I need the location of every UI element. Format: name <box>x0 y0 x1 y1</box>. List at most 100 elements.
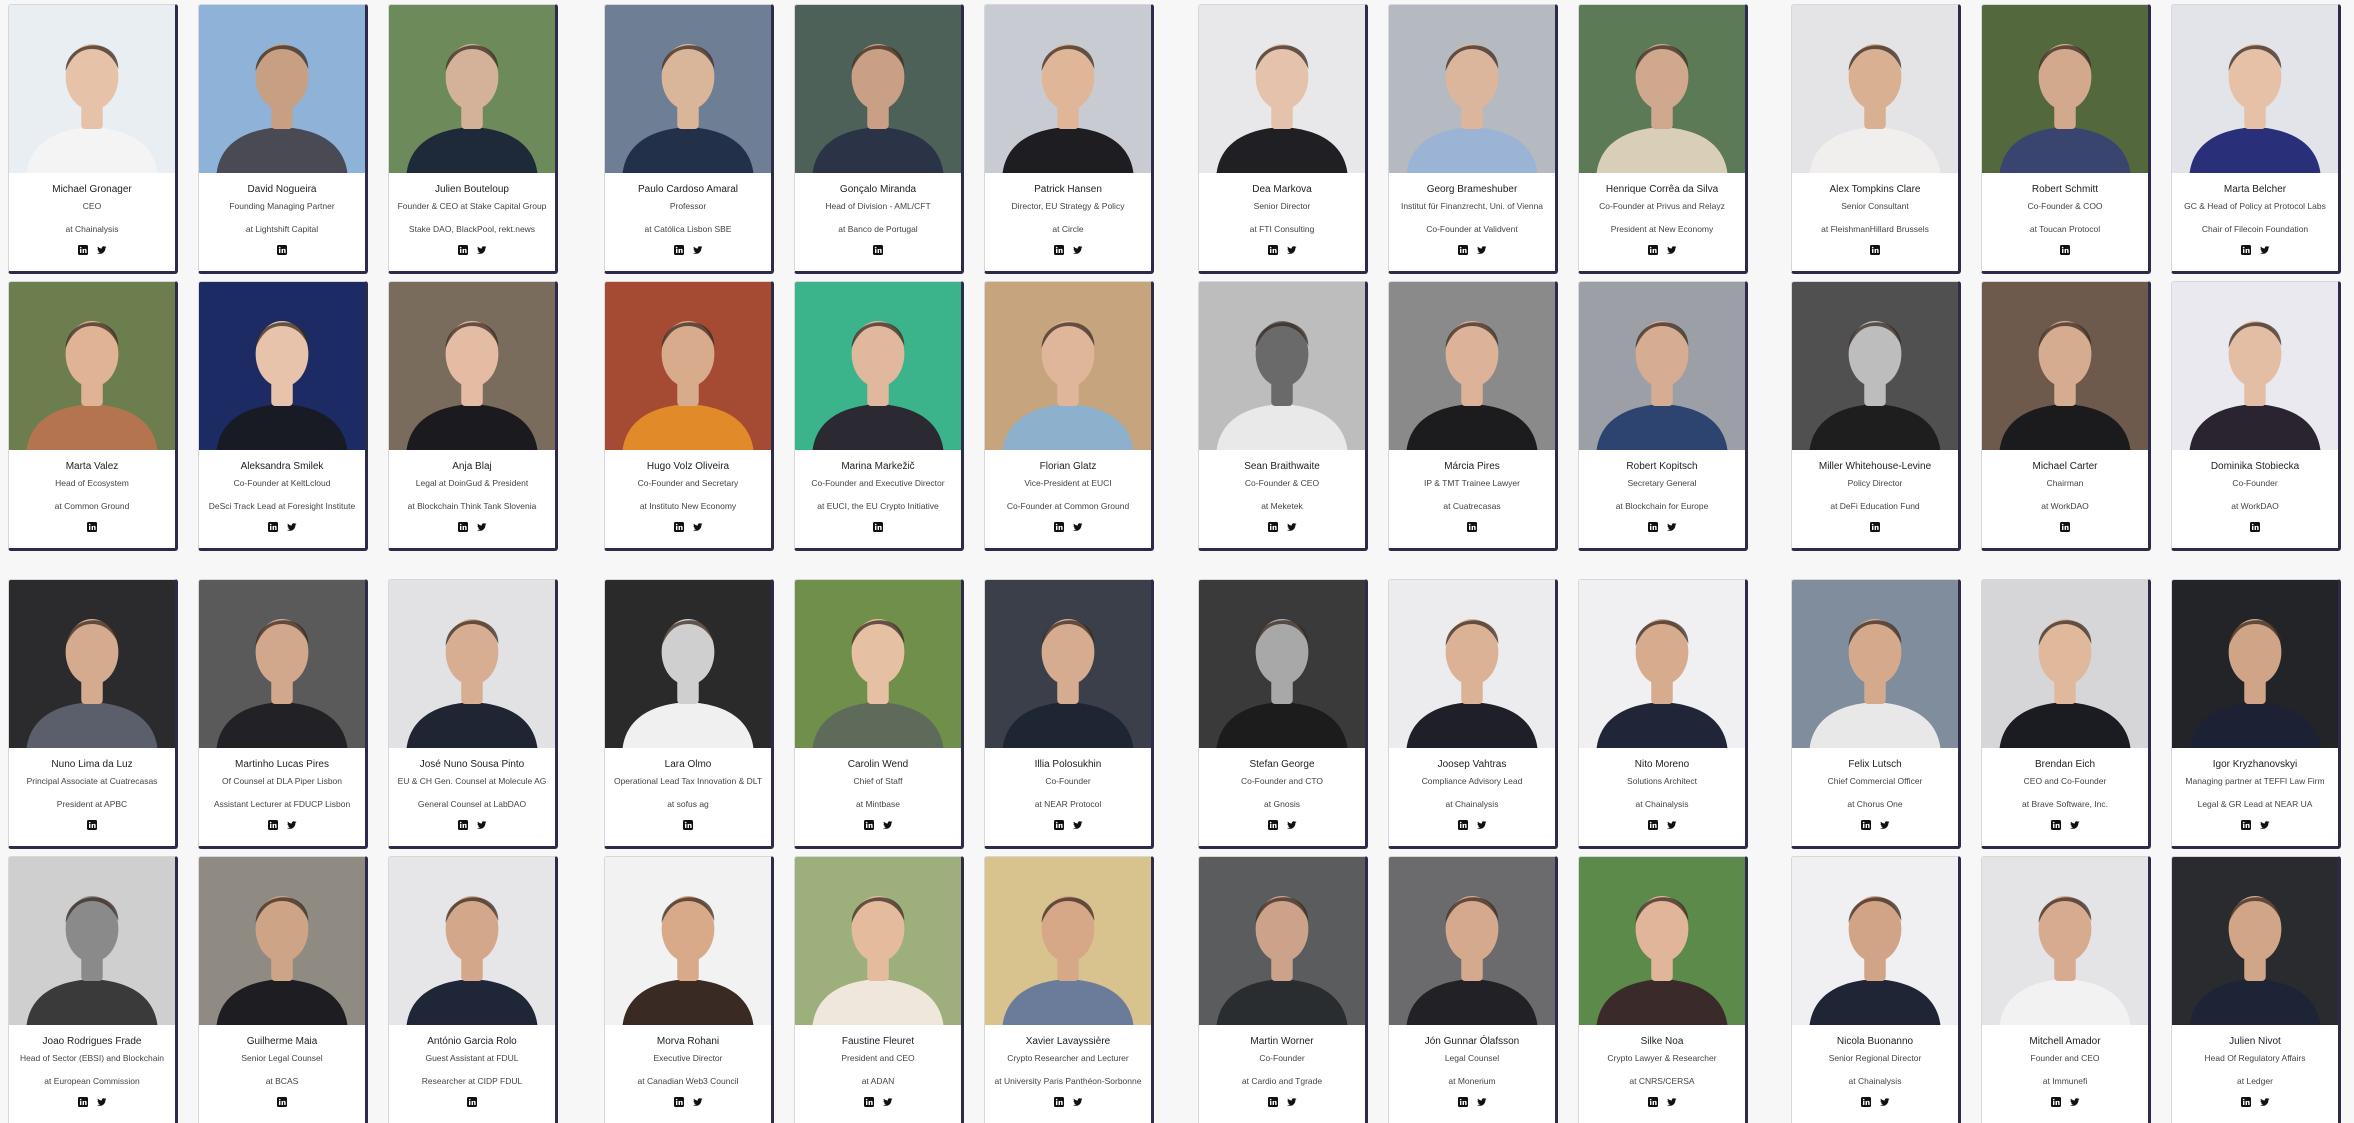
speaker-card[interactable]: Márcia Pires IP & TMT Trainee Lawyer at … <box>1388 281 1558 551</box>
twitter-icon[interactable] <box>1072 820 1083 830</box>
speaker-card[interactable]: Florian Glatz Vice-President at EUCI Co-… <box>984 281 1154 551</box>
speaker-card[interactable]: Henrique Corrêa da Silva Co-Founder at P… <box>1578 4 1748 274</box>
linkedin-icon[interactable] <box>1457 245 1468 255</box>
linkedin-icon[interactable] <box>1457 1097 1468 1107</box>
speaker-card[interactable]: Nuno Lima da Luz Principal Associate at … <box>8 579 178 849</box>
twitter-icon[interactable] <box>692 245 703 255</box>
linkedin-icon[interactable] <box>2060 522 2070 532</box>
twitter-icon[interactable] <box>286 522 297 532</box>
twitter-icon[interactable] <box>1072 1097 1083 1107</box>
twitter-icon[interactable] <box>692 522 703 532</box>
speaker-card[interactable]: Miller Whitehouse-Levine Policy Director… <box>1791 281 1961 551</box>
speaker-card[interactable]: Patrick Hansen Director, EU Strategy & P… <box>984 4 1154 274</box>
twitter-icon[interactable] <box>2259 1097 2270 1107</box>
speaker-card[interactable]: Martinho Lucas Pires Of Counsel at DLA P… <box>198 579 368 849</box>
linkedin-icon[interactable] <box>457 245 468 255</box>
linkedin-icon[interactable] <box>873 522 883 532</box>
speaker-card[interactable]: Nito Moreno Solutions Architect at Chain… <box>1578 579 1748 849</box>
twitter-icon[interactable] <box>476 245 487 255</box>
speaker-card[interactable]: Marta Valez Head of Ecosystem at Common … <box>8 281 178 551</box>
linkedin-icon[interactable] <box>2050 1097 2061 1107</box>
twitter-icon[interactable] <box>1072 245 1083 255</box>
linkedin-icon[interactable] <box>1053 1097 1064 1107</box>
linkedin-icon[interactable] <box>267 820 278 830</box>
speaker-card[interactable]: Michael Gronager CEO at Chainalysis <box>8 4 178 274</box>
speaker-card[interactable]: Julien Nivot Head Of Regulatory Affairs … <box>2171 856 2341 1123</box>
speaker-card[interactable]: Anja Blaj Legal at DoinGud & President a… <box>388 281 558 551</box>
linkedin-icon[interactable] <box>1647 820 1658 830</box>
twitter-icon[interactable] <box>1476 820 1487 830</box>
twitter-icon[interactable] <box>1666 820 1677 830</box>
twitter-icon[interactable] <box>1666 522 1677 532</box>
speaker-card[interactable]: David Nogueira Founding Managing Partner… <box>198 4 368 274</box>
twitter-icon[interactable] <box>2069 820 2080 830</box>
twitter-icon[interactable] <box>882 1097 893 1107</box>
linkedin-icon[interactable] <box>467 1097 477 1107</box>
linkedin-icon[interactable] <box>1467 522 1477 532</box>
speaker-card[interactable]: Jón Gunnar Ólafsson Legal Counsel at Mon… <box>1388 856 1558 1123</box>
twitter-icon[interactable] <box>286 820 297 830</box>
linkedin-icon[interactable] <box>2060 245 2070 255</box>
speaker-card[interactable]: Lara Olmo Operational Lead Tax Innovatio… <box>604 579 774 849</box>
twitter-icon[interactable] <box>1666 245 1677 255</box>
speaker-card[interactable]: Illia Polosukhin Co-Founder at NEAR Prot… <box>984 579 1154 849</box>
speaker-card[interactable]: Aleksandra Smilek Co-Founder at KeltLclo… <box>198 281 368 551</box>
twitter-icon[interactable] <box>1476 1097 1487 1107</box>
twitter-icon[interactable] <box>2259 245 2270 255</box>
twitter-icon[interactable] <box>1286 522 1297 532</box>
speaker-card[interactable]: Georg Brameshuber Institut für Finanzrec… <box>1388 4 1558 274</box>
twitter-icon[interactable] <box>2069 1097 2080 1107</box>
linkedin-icon[interactable] <box>277 1097 287 1107</box>
speaker-card[interactable]: Nicola Buonanno Senior Regional Director… <box>1791 856 1961 1123</box>
linkedin-icon[interactable] <box>457 522 468 532</box>
linkedin-icon[interactable] <box>1647 245 1658 255</box>
speaker-card[interactable]: Brendan Eich CEO and Co-Founder at Brave… <box>1981 579 2151 849</box>
speaker-card[interactable]: António Garcia Rolo Guest Assistant at F… <box>388 856 558 1123</box>
linkedin-icon[interactable] <box>1860 1097 1871 1107</box>
speaker-card[interactable]: Marta Belcher GC & Head of Policy at Pro… <box>2171 4 2341 274</box>
twitter-icon[interactable] <box>96 245 107 255</box>
speaker-card[interactable]: Hugo Volz Oliveira Co-Founder and Secret… <box>604 281 774 551</box>
speaker-card[interactable]: Mitchell Amador Founder and CEO at Immun… <box>1981 856 2151 1123</box>
twitter-icon[interactable] <box>1286 1097 1297 1107</box>
linkedin-icon[interactable] <box>1267 522 1278 532</box>
linkedin-icon[interactable] <box>1053 245 1064 255</box>
speaker-card[interactable]: Julien Bouteloup Founder & CEO at Stake … <box>388 4 558 274</box>
linkedin-icon[interactable] <box>873 245 883 255</box>
speaker-card[interactable]: Joosep Vahtras Compliance Advisory Lead … <box>1388 579 1558 849</box>
linkedin-icon[interactable] <box>1267 245 1278 255</box>
twitter-icon[interactable] <box>1879 1097 1890 1107</box>
speaker-card[interactable]: Faustine Fleuret President and CEO at AD… <box>794 856 964 1123</box>
twitter-icon[interactable] <box>476 522 487 532</box>
speaker-card[interactable]: Silke Noa Crypto Lawyer & Researcher at … <box>1578 856 1748 1123</box>
twitter-icon[interactable] <box>882 820 893 830</box>
twitter-icon[interactable] <box>692 1097 703 1107</box>
twitter-icon[interactable] <box>1072 522 1083 532</box>
speaker-card[interactable]: Xavier Lavayssière Crypto Researcher and… <box>984 856 1154 1123</box>
speaker-card[interactable]: Gonçalo Miranda Head of Division - AML/C… <box>794 4 964 274</box>
twitter-icon[interactable] <box>96 1097 107 1107</box>
linkedin-icon[interactable] <box>1267 1097 1278 1107</box>
linkedin-icon[interactable] <box>2050 820 2061 830</box>
speaker-card[interactable]: Igor Kryzhanovskyi Managing partner at T… <box>2171 579 2341 849</box>
speaker-card[interactable]: Marina Markežič Co-Founder and Executive… <box>794 281 964 551</box>
linkedin-icon[interactable] <box>457 820 468 830</box>
linkedin-icon[interactable] <box>1870 522 1880 532</box>
linkedin-icon[interactable] <box>77 1097 88 1107</box>
linkedin-icon[interactable] <box>87 820 97 830</box>
linkedin-icon[interactable] <box>2240 245 2251 255</box>
linkedin-icon[interactable] <box>673 245 684 255</box>
linkedin-icon[interactable] <box>1647 1097 1658 1107</box>
twitter-icon[interactable] <box>476 820 487 830</box>
linkedin-icon[interactable] <box>1267 820 1278 830</box>
linkedin-icon[interactable] <box>673 522 684 532</box>
speaker-card[interactable]: Robert Schmitt Co-Founder & COO at Touca… <box>1981 4 2151 274</box>
linkedin-icon[interactable] <box>1053 522 1064 532</box>
linkedin-icon[interactable] <box>277 245 287 255</box>
speaker-card[interactable]: Guilherme Maia Senior Legal Counsel at B… <box>198 856 368 1123</box>
twitter-icon[interactable] <box>1476 245 1487 255</box>
linkedin-icon[interactable] <box>673 1097 684 1107</box>
twitter-icon[interactable] <box>1666 1097 1677 1107</box>
linkedin-icon[interactable] <box>863 820 874 830</box>
linkedin-icon[interactable] <box>2250 522 2260 532</box>
